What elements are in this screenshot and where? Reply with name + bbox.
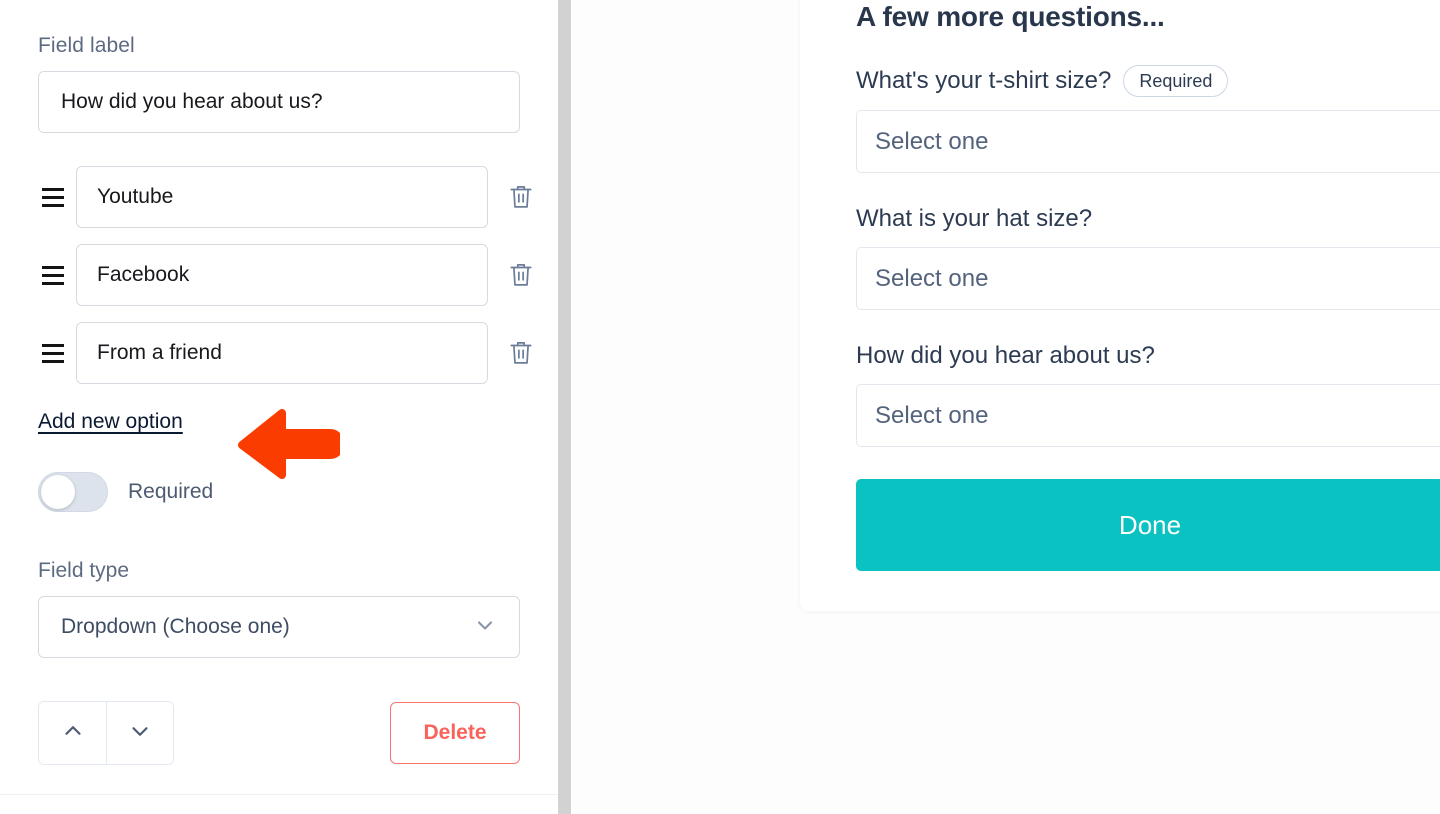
- drag-handle-icon[interactable]: [38, 260, 68, 290]
- move-field-up-button[interactable]: [39, 702, 106, 764]
- question-label-row: What's your t-shirt size? Required: [856, 65, 1440, 97]
- done-button[interactable]: Done: [856, 479, 1440, 571]
- field-label-caption: Field label: [38, 34, 135, 57]
- field-editor-content: Field label How did you hear about us? Y…: [38, 0, 532, 765]
- editor-panel-scrollbar[interactable]: [558, 0, 572, 814]
- required-badge: Required: [1123, 65, 1229, 97]
- preview-question-2: What is your hat size? Select one: [856, 204, 1440, 310]
- options-list: Youtube Facebook From a friend: [38, 166, 532, 384]
- trash-icon[interactable]: [498, 330, 544, 376]
- trash-icon[interactable]: [498, 174, 544, 220]
- panel-bottom-divider: [0, 794, 558, 795]
- field-type-select[interactable]: Dropdown (Choose one): [38, 596, 520, 658]
- field-type-value: Dropdown (Choose one): [61, 615, 290, 638]
- editor-footer-bar: Delete: [38, 701, 520, 765]
- move-field-group: [38, 701, 174, 765]
- preview-question-1: What's your t-shirt size? Required Selec…: [856, 65, 1440, 173]
- option-row: Youtube: [38, 166, 532, 228]
- drag-handle-icon[interactable]: [38, 338, 68, 368]
- add-new-option-link[interactable]: Add new option: [38, 410, 183, 434]
- preview-question-3: How did you hear about us? Select one: [856, 341, 1440, 447]
- option-row: From a friend: [38, 322, 532, 384]
- trash-icon[interactable]: [498, 252, 544, 298]
- field-label-input[interactable]: How did you hear about us?: [38, 71, 520, 133]
- option-input-2[interactable]: Facebook: [76, 244, 488, 306]
- chevron-down-icon: [127, 718, 153, 749]
- question-select-2[interactable]: Select one: [856, 247, 1440, 310]
- form-title: A few more questions...: [856, 1, 1165, 32]
- field-editor-panel: Field label How did you hear about us? Y…: [0, 0, 558, 814]
- move-field-down-button[interactable]: [106, 702, 173, 764]
- required-toggle-row: Required: [38, 472, 528, 512]
- drag-handle-icon[interactable]: [38, 182, 68, 212]
- form-preview-card: A few more questions... What's your t-sh…: [800, 0, 1440, 611]
- field-type-caption: Field type: [38, 559, 130, 582]
- question-select-1[interactable]: Select one: [856, 110, 1440, 173]
- toggle-knob: [41, 475, 75, 509]
- chevron-down-icon: [473, 613, 497, 642]
- question-label: What is your hat size?: [856, 205, 1093, 232]
- question-label: What's your t-shirt size?: [856, 67, 1112, 94]
- question-label-row: How did you hear about us?: [856, 341, 1440, 371]
- scrollbar-thumb[interactable]: [558, 0, 571, 814]
- app-screen: Field label How did you hear about us? Y…: [0, 0, 1440, 814]
- question-label: How did you hear about us?: [856, 342, 1155, 369]
- option-input-3[interactable]: From a friend: [76, 322, 488, 384]
- option-row: Facebook: [38, 244, 532, 306]
- question-label-row: What is your hat size?: [856, 204, 1440, 234]
- required-toggle-label: Required: [128, 480, 214, 503]
- option-input-1[interactable]: Youtube: [76, 166, 488, 228]
- required-toggle[interactable]: [38, 472, 108, 512]
- chevron-up-icon: [60, 718, 86, 749]
- question-select-3[interactable]: Select one: [856, 384, 1440, 447]
- form-preview-panel: A few more questions... What's your t-sh…: [572, 0, 1440, 814]
- delete-field-button[interactable]: Delete: [390, 702, 520, 764]
